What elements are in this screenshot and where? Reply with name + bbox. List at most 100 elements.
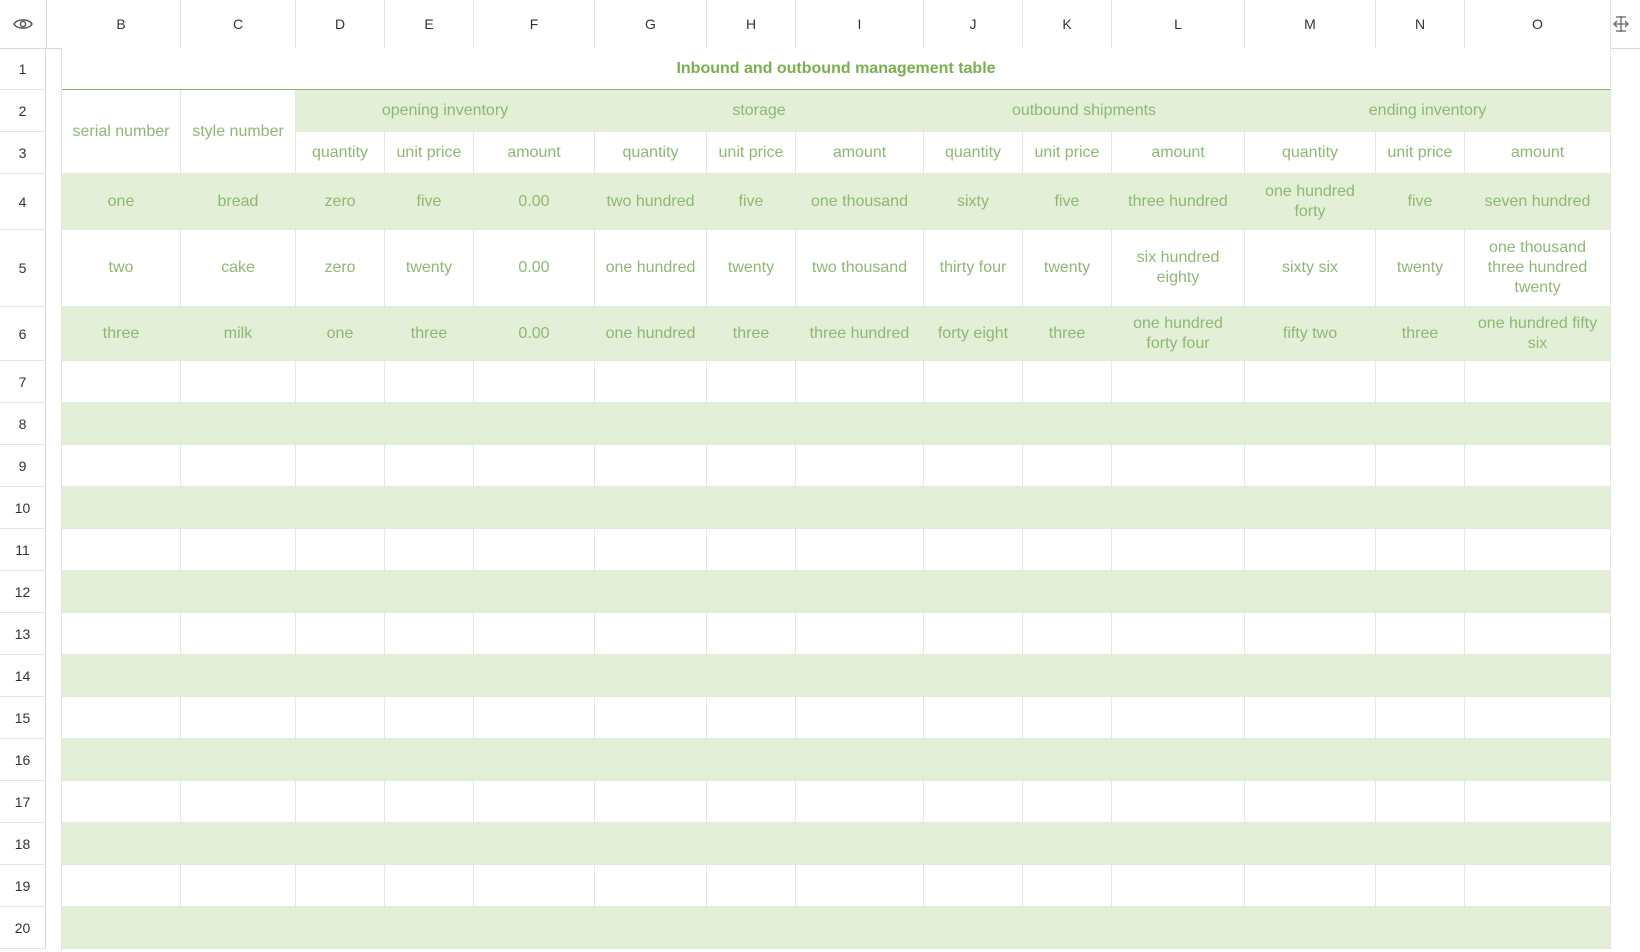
table-cell[interactable]: five: [1376, 174, 1465, 230]
row-header-17[interactable]: 17: [0, 781, 46, 823]
subheader-cell[interactable]: amount: [796, 132, 924, 174]
subheader-cell[interactable]: unit price: [707, 132, 796, 174]
table-cell[interactable]: two: [62, 230, 181, 307]
subheader-cell[interactable]: unit price: [1023, 132, 1112, 174]
table-cell[interactable]: seven hundred: [1465, 174, 1611, 230]
row-header-9[interactable]: 9: [0, 445, 46, 487]
table-cell[interactable]: 0.00: [474, 174, 595, 230]
column-header-h[interactable]: H: [707, 0, 796, 48]
row-header-18[interactable]: 18: [0, 823, 46, 865]
table-cell[interactable]: five: [385, 174, 474, 230]
column-header-j[interactable]: J: [924, 0, 1023, 48]
table-cell[interactable]: sixty: [924, 174, 1023, 230]
subheader-cell[interactable]: unit price: [1376, 132, 1465, 174]
column-header-k[interactable]: K: [1023, 0, 1112, 48]
column-header-m[interactable]: M: [1245, 0, 1376, 48]
subheader-cell[interactable]: amount: [1112, 132, 1245, 174]
table-cell[interactable]: 0.00: [474, 307, 595, 361]
row-header-4[interactable]: 4: [0, 174, 46, 230]
column-header-b[interactable]: B: [62, 0, 181, 48]
column-header-d[interactable]: D: [296, 0, 385, 48]
table-cell[interactable]: two thousand: [796, 230, 924, 307]
row-header-16[interactable]: 16: [0, 739, 46, 781]
row-header-20[interactable]: 20: [0, 907, 46, 949]
row-header-11[interactable]: 11: [0, 529, 46, 571]
table-cell[interactable]: one hundred: [595, 307, 707, 361]
table-cell[interactable]: three hundred: [1112, 174, 1245, 230]
row-header-14[interactable]: 14: [0, 655, 46, 697]
table-cell[interactable]: sixty six: [1245, 230, 1376, 307]
row-header-19[interactable]: 19: [0, 865, 46, 907]
table-cell[interactable]: twenty: [1376, 230, 1465, 307]
eye-icon[interactable]: [0, 0, 47, 48]
row-header-1[interactable]: 1: [0, 48, 46, 90]
header-opening-inventory[interactable]: opening inventory: [296, 90, 595, 132]
table-cell[interactable]: twenty: [707, 230, 796, 307]
column-header-l[interactable]: L: [1112, 0, 1245, 48]
table-cell[interactable]: three: [62, 307, 181, 361]
table-cell[interactable]: zero: [296, 230, 385, 307]
header-serial-number[interactable]: serial number: [62, 90, 181, 174]
header-storage[interactable]: storage: [595, 90, 924, 132]
column-header-f[interactable]: F: [474, 0, 595, 48]
row-header-3[interactable]: 3: [0, 132, 46, 174]
table-cell[interactable]: three: [385, 307, 474, 361]
table-cell[interactable]: three: [707, 307, 796, 361]
table-cell[interactable]: one hundred forty: [1245, 174, 1376, 230]
row-header-8[interactable]: 8: [0, 403, 46, 445]
column-header-o[interactable]: O: [1465, 0, 1611, 48]
table-cell[interactable]: zero: [296, 174, 385, 230]
table-cell[interactable]: six hundred eighty: [1112, 230, 1245, 307]
header-style-number[interactable]: style number: [181, 90, 296, 174]
subheader-cell[interactable]: amount: [1465, 132, 1611, 174]
table-cell[interactable]: five: [1023, 174, 1112, 230]
table-cell[interactable]: one hundred: [595, 230, 707, 307]
row-header-13[interactable]: 13: [0, 613, 46, 655]
column-header-c[interactable]: C: [181, 0, 296, 48]
header-ending-inventory[interactable]: ending inventory: [1245, 90, 1611, 132]
table-cell[interactable]: twenty: [1023, 230, 1112, 307]
table-cell[interactable]: bread: [181, 174, 296, 230]
table-cell[interactable]: two hundred: [595, 174, 707, 230]
table-cell[interactable]: one: [62, 174, 181, 230]
column-header-n[interactable]: N: [1376, 0, 1465, 48]
column-resize-icon[interactable]: [1601, 0, 1640, 48]
table-cell[interactable]: three: [1023, 307, 1112, 361]
table-cell[interactable]: three hundred: [796, 307, 924, 361]
subheader-cell[interactable]: quantity: [924, 132, 1023, 174]
table-cell[interactable]: one hundred fifty six: [1465, 307, 1611, 361]
row-header-6[interactable]: 6: [0, 307, 46, 361]
row-header-15[interactable]: 15: [0, 697, 46, 739]
subheader-cell[interactable]: unit price: [385, 132, 474, 174]
row-header-2[interactable]: 2: [0, 90, 46, 132]
subheader-cell[interactable]: quantity: [296, 132, 385, 174]
row-header-12[interactable]: 12: [0, 571, 46, 613]
column-header-e[interactable]: E: [385, 0, 474, 48]
table-cell[interactable]: one hundred forty four: [1112, 307, 1245, 361]
table-cell[interactable]: cake: [181, 230, 296, 307]
table-cell[interactable]: one thousand three hundred twenty: [1465, 230, 1611, 307]
table-cell[interactable]: twenty: [385, 230, 474, 307]
subheader-cell[interactable]: quantity: [1245, 132, 1376, 174]
table-cell[interactable]: forty eight: [924, 307, 1023, 361]
grid-line: [295, 361, 296, 949]
table-cell[interactable]: thirty four: [924, 230, 1023, 307]
subheader-cell[interactable]: amount: [474, 132, 595, 174]
table-cell[interactable]: fifty two: [1245, 307, 1376, 361]
header-outbound-shipments[interactable]: outbound shipments: [924, 90, 1245, 132]
column-header-i[interactable]: I: [796, 0, 924, 48]
row-header-5[interactable]: 5: [0, 230, 46, 307]
table-cell[interactable]: milk: [181, 307, 296, 361]
table-cell[interactable]: five: [707, 174, 796, 230]
grid-line: [180, 361, 181, 949]
row-header-7[interactable]: 7: [0, 361, 46, 403]
subheader-cell[interactable]: quantity: [595, 132, 707, 174]
table-cell[interactable]: three: [1376, 307, 1465, 361]
table-cell[interactable]: one thousand: [796, 174, 924, 230]
table-title[interactable]: Inbound and outbound management table: [62, 48, 1611, 90]
table-cell[interactable]: 0.00: [474, 230, 595, 307]
grid-line: [473, 361, 474, 949]
row-header-10[interactable]: 10: [0, 487, 46, 529]
table-cell[interactable]: one: [296, 307, 385, 361]
column-header-g[interactable]: G: [595, 0, 707, 48]
